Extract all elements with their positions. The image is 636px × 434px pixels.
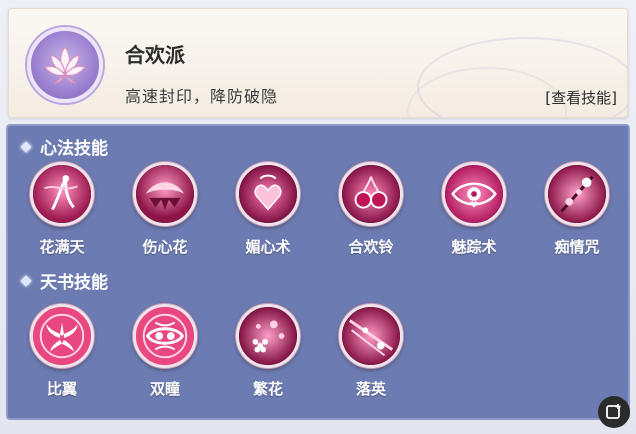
dancer-petals-icon bbox=[33, 165, 91, 223]
cherry-bells-icon bbox=[342, 165, 400, 223]
charm-heart-icon bbox=[239, 165, 297, 223]
wings-icon bbox=[33, 307, 91, 365]
skill-name: 双瞳 bbox=[149, 380, 180, 398]
skill-icon-frame[interactable] bbox=[30, 162, 94, 226]
section-title-text: 心法技能 bbox=[40, 139, 108, 159]
diamond-icon bbox=[20, 274, 32, 287]
skill-icon-frame[interactable] bbox=[30, 304, 94, 368]
falling-petals-icon bbox=[342, 307, 400, 365]
skill-name: 魅踪术 bbox=[451, 238, 497, 256]
view-skills-link[interactable]: [查看技能] bbox=[545, 87, 617, 108]
section-title-text: 天书技能 bbox=[40, 273, 108, 293]
diamond-icon bbox=[20, 140, 32, 153]
skill-item[interactable]: 媚心术 bbox=[228, 162, 308, 257]
skill-item[interactable]: 痴情咒 bbox=[537, 162, 617, 257]
eye-icon bbox=[445, 165, 503, 223]
skill-item[interactable]: 合欢铃 bbox=[331, 162, 411, 257]
sect-emblem bbox=[27, 27, 103, 103]
skill-icon-frame[interactable] bbox=[236, 304, 300, 368]
twin-eyes-icon bbox=[136, 307, 194, 365]
skill-icon-frame[interactable] bbox=[133, 304, 197, 368]
sect-description: 高速封印，降防破隐 bbox=[125, 87, 279, 106]
skill-item[interactable]: 伤心花 bbox=[125, 162, 205, 257]
skill-name: 媚心术 bbox=[245, 238, 291, 256]
blossoms-icon bbox=[239, 307, 297, 365]
branch-blossom-icon bbox=[548, 165, 606, 223]
add-note-icon bbox=[606, 404, 621, 419]
skill-name: 比翼 bbox=[46, 380, 77, 398]
skill-item[interactable]: 落英 bbox=[331, 304, 411, 399]
skill-item[interactable]: 花满天 bbox=[22, 162, 102, 257]
skill-item[interactable]: 魅踪术 bbox=[434, 162, 514, 257]
skill-item[interactable]: 双瞳 bbox=[125, 304, 205, 399]
wilting-flower-icon bbox=[136, 165, 194, 223]
skill-icon-frame[interactable] bbox=[133, 162, 197, 226]
skill-icon-frame[interactable] bbox=[545, 162, 609, 226]
skills-panel: 心法技能 花满天 伤心花 媚心术 合欢铃 魅踪术 痴情咒 天书技能 比翼 双瞳 … bbox=[6, 124, 630, 420]
skill-icon-frame[interactable] bbox=[442, 162, 506, 226]
skill-item[interactable]: 比翼 bbox=[22, 304, 102, 399]
skill-name: 花满天 bbox=[39, 238, 85, 256]
sect-name: 合欢派 bbox=[125, 43, 185, 67]
skill-item[interactable]: 繁花 bbox=[228, 304, 308, 399]
lotus-icon bbox=[44, 45, 86, 84]
skill-icon-frame[interactable] bbox=[339, 304, 403, 368]
add-note-button[interactable] bbox=[598, 396, 630, 428]
sect-header-card: 合欢派 高速封印，降防破隐 [查看技能] bbox=[8, 8, 628, 118]
section-title-tianshu: 天书技能 bbox=[20, 268, 108, 293]
skill-name: 合欢铃 bbox=[348, 238, 394, 256]
skill-icon-frame[interactable] bbox=[339, 162, 403, 226]
skill-icon-frame[interactable] bbox=[236, 162, 300, 226]
section-title-xinfa: 心法技能 bbox=[20, 134, 108, 159]
skill-name: 痴情咒 bbox=[554, 238, 600, 256]
skill-name: 落英 bbox=[355, 380, 386, 398]
skill-name: 繁花 bbox=[252, 380, 283, 398]
skill-name: 伤心花 bbox=[142, 238, 188, 256]
